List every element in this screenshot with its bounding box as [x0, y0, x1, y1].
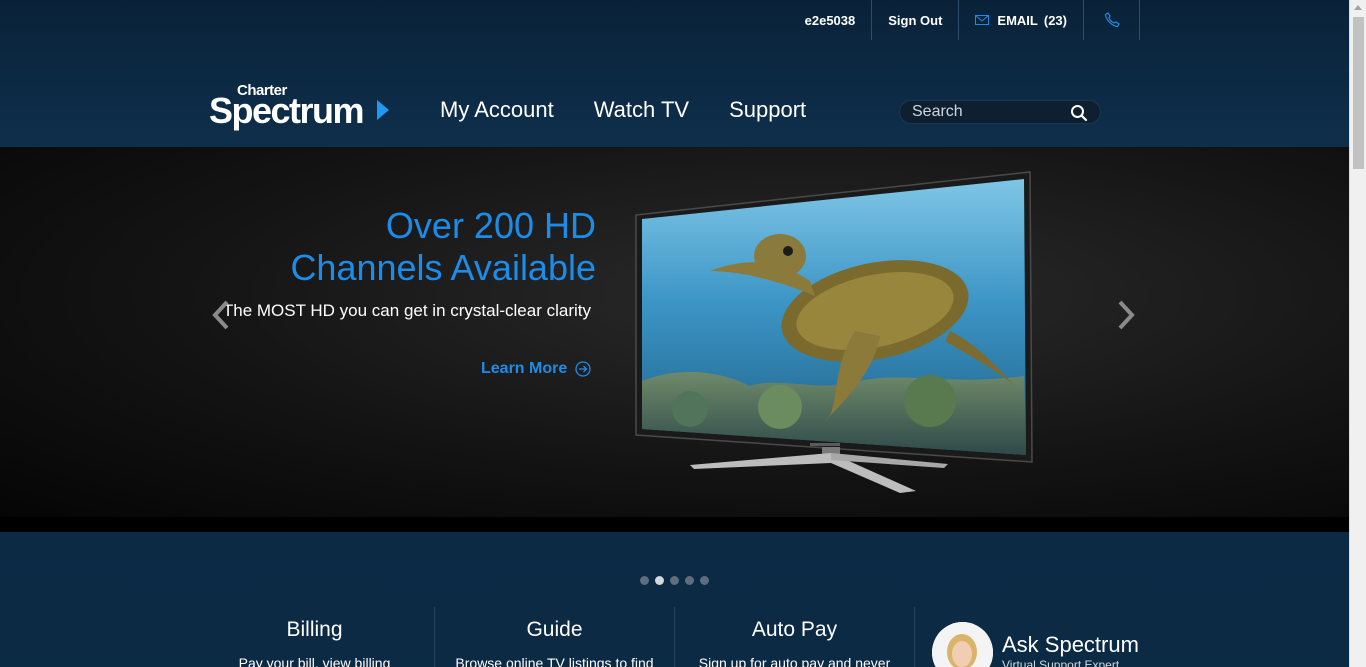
card-title: Billing: [286, 618, 343, 641]
scrollbar-thumb[interactable]: [1353, 17, 1364, 169]
card-title: Guide: [526, 618, 583, 641]
phone-link[interactable]: [1084, 0, 1140, 40]
nav-support[interactable]: Support: [729, 97, 806, 123]
section-divider: [0, 517, 1349, 532]
card-text: Sign up for auto pay and never: [698, 655, 891, 667]
hero-title-line-1: Over 200 HD: [385, 205, 596, 246]
card-billing[interactable]: Billing Pay your bill, view billing: [195, 607, 435, 667]
spectrum-logo[interactable]: Charter Spectrum: [209, 82, 394, 131]
email-label: EMAIL: [997, 12, 1038, 28]
username-link[interactable]: e2e5038: [805, 0, 873, 40]
hero-subtitle: The MOST HD you can get in crystal-clear…: [222, 301, 591, 320]
carousel-dot[interactable]: [670, 576, 679, 585]
logo-spectrum-text: Spectrum: [209, 90, 365, 131]
hero-title: Over 200 HD Channels Available: [290, 205, 596, 289]
logo-arrow-icon: [377, 100, 389, 120]
main-nav: My Account Watch TV Support: [440, 97, 806, 123]
learn-more-link[interactable]: Learn More: [481, 360, 591, 378]
search-input[interactable]: [912, 103, 1072, 121]
mail-icon: [975, 15, 990, 25]
sign-out-link[interactable]: Sign Out: [872, 0, 960, 40]
utility-bar: e2e5038 Sign Out EMAIL (23): [805, 0, 1140, 40]
site-header: e2e5038 Sign Out EMAIL (23) Charter Spec…: [0, 0, 1349, 147]
carousel-next-icon[interactable]: [1115, 299, 1137, 331]
phone-icon: [1104, 12, 1120, 28]
carousel-dot[interactable]: [700, 576, 709, 585]
card-text: Pay your bill, view billing: [238, 655, 391, 667]
scroll-up-icon[interactable]: [1354, 5, 1362, 10]
carousel-dot[interactable]: [640, 576, 649, 585]
page-scrollbar[interactable]: [1349, 0, 1366, 667]
card-title: Auto Pay: [751, 618, 838, 641]
support-avatar: [932, 622, 993, 667]
nav-watch-tv[interactable]: Watch TV: [594, 97, 689, 123]
nav-my-account[interactable]: My Account: [440, 97, 554, 123]
card-auto-pay[interactable]: Auto Pay Sign up for auto pay and never: [675, 607, 915, 667]
hero-carousel: Over 200 HD Channels Available The MOST …: [0, 147, 1349, 517]
tv-image: [635, 171, 1033, 493]
email-count: (23): [1043, 12, 1067, 28]
card-text: Browse online TV listings to find: [455, 655, 654, 667]
search-icon[interactable]: [1070, 104, 1088, 122]
email-link[interactable]: EMAIL (23): [959, 0, 1084, 40]
circle-arrow-icon: [575, 361, 591, 377]
quick-links: Billing Pay your bill, view billing Guid…: [195, 607, 915, 667]
carousel-prev-icon[interactable]: [210, 299, 232, 331]
card-guide[interactable]: Guide Browse online TV listings to find: [435, 607, 675, 667]
learn-more-label: Learn More: [481, 360, 568, 377]
avatar-portrait-icon: [932, 622, 993, 667]
ask-subtitle: Virtual Support Expert: [1002, 658, 1120, 667]
carousel-dots: [640, 576, 709, 585]
ask-title: Ask Spectrum: [1002, 632, 1139, 657]
hero-title-line-2: Channels Available: [290, 247, 596, 288]
carousel-dot[interactable]: [685, 576, 694, 585]
search-box: [899, 100, 1101, 124]
carousel-dot[interactable]: [655, 576, 664, 585]
ask-spectrum-widget[interactable]: Ask Spectrum Virtual Support Expert: [932, 622, 1152, 667]
